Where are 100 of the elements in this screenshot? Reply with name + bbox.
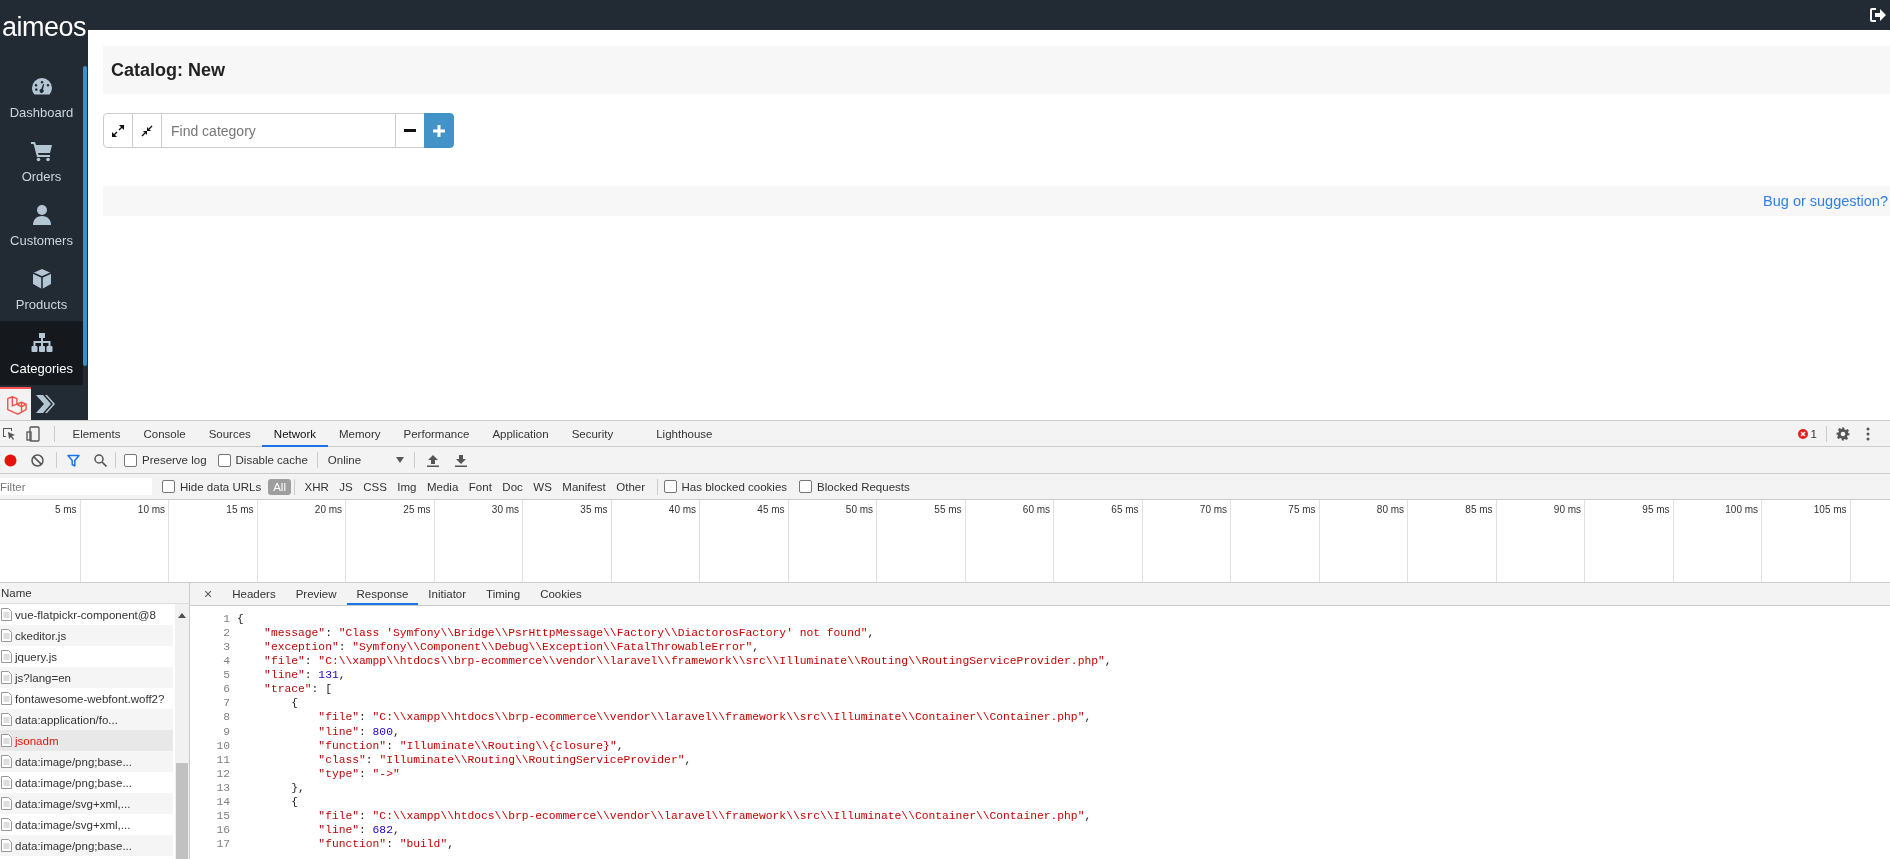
collapse-button[interactable] <box>132 113 162 148</box>
search-icon[interactable] <box>94 453 107 467</box>
request-row[interactable]: data:image/png;base... <box>0 835 173 856</box>
error-count[interactable]: 1 <box>1810 427 1817 440</box>
request-row[interactable]: data:image/png;base... <box>0 772 173 793</box>
code-line: { <box>237 612 244 627</box>
checkbox[interactable] <box>799 480 813 493</box>
detail-tab[interactable]: Headers <box>222 583 286 605</box>
code-line: "message": "Class 'Symfony\\Bridge\\PsrHttpMessage\\Factory\\DiactorosFactory' not found", <box>263 626 875 641</box>
more-icon[interactable] <box>1866 426 1870 441</box>
nav-item[interactable]: Dashboard <box>0 65 83 129</box>
request-row[interactable]: jsonadm <box>0 730 173 751</box>
checkbox-label[interactable]: Preserve log <box>142 454 207 466</box>
clear-icon[interactable] <box>31 453 44 467</box>
detail-tab[interactable]: Cookies <box>530 583 592 605</box>
time-tick: 95 ms <box>1642 504 1670 515</box>
detail-tab[interactable]: Timing <box>476 583 531 605</box>
panel-tab[interactable]: Security <box>560 420 625 447</box>
expand-button[interactable] <box>103 113 133 148</box>
file-icon <box>1 671 12 684</box>
request-row[interactable]: data:image/png;base... <box>0 751 173 772</box>
panel-tab[interactable]: Performance <box>392 420 481 447</box>
throttling-select[interactable]: Online <box>321 454 404 466</box>
type-filter[interactable]: XHR <box>299 478 334 495</box>
chevrons-icon[interactable] <box>35 392 55 415</box>
file-icon <box>1 734 12 747</box>
feedback-link[interactable]: Bug or suggestion? <box>1763 193 1888 209</box>
type-filter[interactable]: WS <box>528 478 557 495</box>
settings-icon[interactable] <box>1836 426 1850 441</box>
code-line: { <box>290 794 298 809</box>
nav-item[interactable]: Customers <box>0 193 83 257</box>
nav-item[interactable]: Products <box>0 257 83 321</box>
panel-tab[interactable]: Elements <box>61 420 132 447</box>
type-filter[interactable]: Other <box>611 478 651 495</box>
detail-tab[interactable]: Initiator <box>418 583 477 605</box>
checkbox[interactable] <box>217 453 231 467</box>
type-filter[interactable]: Media <box>422 478 464 495</box>
type-filter[interactable]: CSS <box>358 478 392 495</box>
logo[interactable]: aimeos <box>2 12 87 43</box>
time-tick: 25 ms <box>403 504 431 515</box>
type-filter[interactable]: Manifest <box>557 478 611 495</box>
code-line: "class": "Illuminate\\Routing\\RoutingServiceProvider", <box>317 752 692 767</box>
scrollbar-thumb[interactable] <box>83 66 87 366</box>
panel-tab[interactable]: Console <box>131 420 198 447</box>
request-row[interactable]: js?lang=en <box>0 667 173 688</box>
remove-button[interactable] <box>395 113 425 148</box>
request-row[interactable]: data:image/svg+xml,... <box>0 814 173 835</box>
expand-icon <box>112 124 124 137</box>
detail-tab[interactable]: Preview <box>285 583 347 605</box>
filter-field[interactable]: Filter <box>0 478 152 495</box>
panel-tab[interactable]: Sources <box>197 420 263 447</box>
file-icon <box>1 629 12 642</box>
code-line: "line": 131, <box>263 668 346 683</box>
checkbox-label[interactable]: Hide data URLs <box>180 480 262 493</box>
scrollbar-thumb[interactable] <box>176 763 188 859</box>
request-row[interactable]: jquery.js <box>0 646 173 667</box>
inspect-icon[interactable] <box>2 426 16 441</box>
nav-item[interactable]: Orders <box>0 129 83 193</box>
line-number: 14 <box>215 794 230 809</box>
request-row[interactable]: data:application/fo... <box>0 709 173 730</box>
code-line: "type": "->" <box>317 766 400 781</box>
record-icon[interactable] <box>4 453 17 467</box>
nav-item[interactable]: Categories <box>0 321 83 385</box>
search-field[interactable]: Find category <box>161 113 396 148</box>
request-row[interactable]: data:image/svg+xml,... <box>0 793 173 814</box>
time-tick: 10 ms <box>137 504 166 515</box>
time-tick: 5 ms <box>54 504 77 515</box>
checkbox[interactable] <box>663 480 677 493</box>
type-filter[interactable]: Doc <box>497 478 528 495</box>
type-filter[interactable]: Img <box>392 478 422 495</box>
upload-icon[interactable] <box>426 453 439 467</box>
column-header[interactable]: Name <box>1 587 32 599</box>
logo-icon <box>4 393 27 416</box>
filter-icon[interactable] <box>67 453 80 467</box>
request-row[interactable]: ckeditor.js <box>0 625 173 646</box>
file-icon <box>1 755 12 768</box>
logout-icon[interactable] <box>1869 7 1886 23</box>
checkbox[interactable] <box>162 480 175 493</box>
checkbox-label[interactable]: Blocked Requests <box>817 480 910 493</box>
line-number: 10 <box>215 738 230 753</box>
checkbox-label[interactable]: Has blocked cookies <box>681 480 788 493</box>
panel-tab[interactable]: Application <box>480 420 561 447</box>
time-tick: 75 ms <box>1288 504 1316 515</box>
detail-tab[interactable]: Response <box>346 583 419 605</box>
type-filter[interactable]: JS <box>334 478 358 495</box>
compress-icon <box>141 124 153 137</box>
page-title: Catalog: New <box>111 59 225 81</box>
download-icon[interactable] <box>454 453 467 467</box>
type-filter[interactable]: Font <box>463 478 497 495</box>
checkbox[interactable] <box>124 453 137 467</box>
request-row[interactable]: fontawesome-webfont.woff2? <box>0 688 173 709</box>
device-icon[interactable] <box>26 425 40 442</box>
checkbox-label[interactable]: Disable cache <box>235 454 308 466</box>
panel-tab[interactable]: Memory <box>327 420 393 447</box>
line-number: 7 <box>222 696 230 711</box>
scroll-up-icon[interactable] <box>178 613 186 618</box>
request-row[interactable]: vue-flatpickr-component@8 <box>0 604 173 625</box>
panel-tab[interactable]: Lighthouse <box>644 420 724 447</box>
close-button[interactable]: × <box>190 586 223 602</box>
caret-icon <box>395 457 404 463</box>
